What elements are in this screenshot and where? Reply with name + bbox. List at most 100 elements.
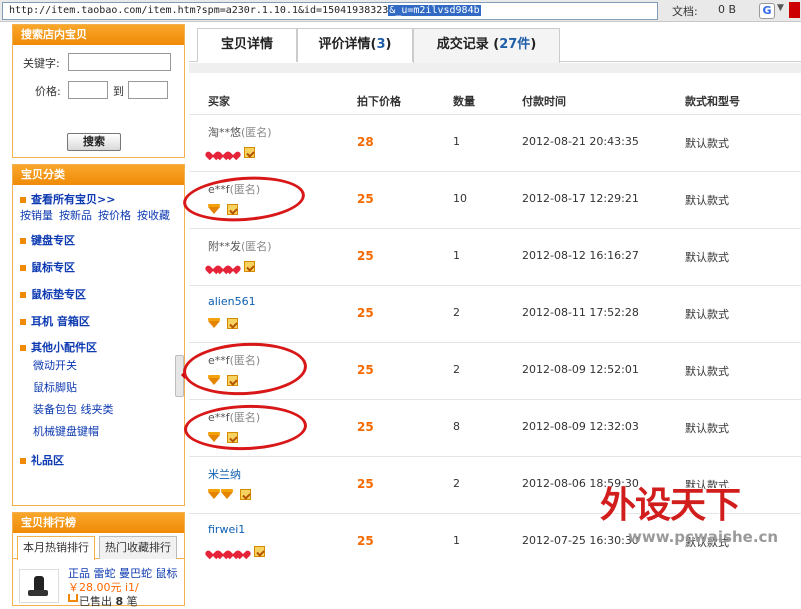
tab-transactions[interactable]: 成交记录 (27件) xyxy=(413,28,560,63)
diamond-icon xyxy=(208,204,220,214)
subcategory-mouse-feet[interactable]: 鼠标脚贴 xyxy=(20,377,184,399)
price-min-input[interactable] xyxy=(68,81,108,99)
credit-badges xyxy=(208,374,238,386)
sort-by-favorites-link[interactable]: 按收藏 xyxy=(137,209,170,222)
subcategory-bags-clips[interactable]: 装备包包 线夹类 xyxy=(20,399,184,421)
document-size-value: 0 B xyxy=(718,3,737,16)
shop-sidebar: 搜索店内宝贝 关键字: 价格: 到 搜索 宝贝分类 查看所有宝贝>> 按销量 按新… xyxy=(12,24,185,608)
pay-time: 2012-08-06 18:59:30 xyxy=(522,477,639,490)
sort-by-new-link[interactable]: 按新品 xyxy=(59,209,92,222)
verified-icon[interactable] xyxy=(227,204,238,215)
shop-search-button[interactable]: 搜索 xyxy=(67,133,121,151)
keyword-label: 关键字: xyxy=(23,57,60,70)
col-buyer: 买家 xyxy=(208,95,230,108)
diamond-icon xyxy=(208,489,220,499)
table-row: firwei1 25 1 2012-07-25 16:30:30 默认款式 xyxy=(189,513,801,569)
subcategory-microswitch[interactable]: 微动开关 xyxy=(20,355,184,377)
credit-badges xyxy=(208,203,238,215)
verified-icon[interactable] xyxy=(227,432,238,443)
buyer-nick: e**f xyxy=(208,183,230,196)
anonymous-tag: (匿名) xyxy=(241,240,272,253)
credit-badges xyxy=(208,431,238,443)
keyword-input[interactable] xyxy=(68,53,171,71)
tab-hot-favorites[interactable]: 热门收藏排行 xyxy=(99,536,177,559)
verified-icon[interactable] xyxy=(244,147,255,158)
buyer-name[interactable]: firwei1 xyxy=(208,523,245,536)
category-mouse[interactable]: 鼠标专区 xyxy=(20,261,184,275)
anonymous-tag: (匿名) xyxy=(241,126,272,139)
category-mousepad[interactable]: 鼠标垫专区 xyxy=(20,288,184,302)
diamond-icon xyxy=(221,489,233,499)
verified-icon[interactable] xyxy=(244,261,255,272)
item-style: 默认款式 xyxy=(685,137,729,150)
category-gifts[interactable]: 礼品区 xyxy=(20,454,184,468)
pay-time: 2012-08-11 17:52:28 xyxy=(522,306,639,319)
credit-badges xyxy=(208,545,265,557)
tab-reviews-label: 评价详情 xyxy=(318,37,371,52)
table-row: alien561 25 2 2012-08-11 17:52:28 默认款式 xyxy=(189,285,801,341)
quantity: 2 xyxy=(453,477,460,490)
verified-icon[interactable] xyxy=(227,318,238,329)
category-accessories[interactable]: 其他小配件区 xyxy=(20,341,184,355)
pay-time: 2012-08-09 12:52:01 xyxy=(522,363,639,376)
deal-price: 25 xyxy=(357,249,374,263)
records-table-header: 买家 拍下价格 数量 付款时间 款式和型号 xyxy=(189,89,801,113)
category-all-link[interactable]: 查看所有宝贝>> xyxy=(20,193,184,207)
table-row: 米兰纳 25 2 2012-08-06 18:59:30 默认款式 xyxy=(189,456,801,512)
item-style: 默认款式 xyxy=(685,479,729,492)
credit-badges xyxy=(208,488,251,500)
table-row: e**f(匿名) 25 10 2012-08-17 12:29:21 默认款式 xyxy=(189,171,801,227)
diamond-icon xyxy=(208,318,220,328)
deal-price: 25 xyxy=(357,534,374,548)
anonymous-tag: (匿名) xyxy=(229,354,261,367)
quantity: 1 xyxy=(453,135,460,148)
pay-time: 2012-08-09 12:32:03 xyxy=(522,420,639,433)
sort-by-price-link[interactable]: 按价格 xyxy=(98,209,131,222)
buyer-nick: 附**发 xyxy=(208,240,241,253)
item-style: 默认款式 xyxy=(685,194,729,207)
quantity: 10 xyxy=(453,192,467,205)
buyer-name[interactable]: alien561 xyxy=(208,295,256,308)
category-audio[interactable]: 耳机 音箱区 xyxy=(20,315,184,329)
item-style: 默认款式 xyxy=(685,251,729,264)
price-max-input[interactable] xyxy=(128,81,168,99)
deal-price: 25 xyxy=(357,192,374,206)
category-keyboard[interactable]: 键盘专区 xyxy=(20,234,184,248)
sold-label: 已售出 xyxy=(79,595,112,608)
quantity: 8 xyxy=(453,420,460,433)
price-to-label: 到 xyxy=(113,85,124,98)
subcategory-keycaps[interactable]: 机械键盘键帽 xyxy=(20,421,184,443)
buyer-nick: e**f xyxy=(208,411,230,424)
chevron-down-icon[interactable]: ▼ xyxy=(777,3,784,13)
category-box: 宝贝分类 查看所有宝贝>> 按销量 按新品 按价格 按收藏 键盘专区 鼠标专区 鼠标垫… xyxy=(12,164,185,506)
buyer-name[interactable]: 米兰纳 xyxy=(208,466,241,482)
ranking-item-sold: 已售出 8 笔 xyxy=(79,593,138,609)
col-quantity: 数量 xyxy=(453,95,475,108)
detail-tabs: 宝贝详情 评价详情(3) 成交记录 (27件) xyxy=(189,24,801,63)
verified-icon[interactable] xyxy=(227,375,238,386)
tab-item-details-label: 宝贝详情 xyxy=(220,37,273,52)
buyer-nick: alien561 xyxy=(208,295,256,308)
tab-reviews[interactable]: 评价详情(3) xyxy=(297,28,413,62)
ranking-item[interactable]: 正品 雷蛇 曼巴蛇 鼠标 ￥28.00元 i1/ 已售出 8 笔 xyxy=(13,559,184,608)
pay-time: 2012-07-25 16:30:30 xyxy=(522,534,639,547)
cart-icon xyxy=(68,594,78,602)
tab-transactions-count: 27件 xyxy=(499,37,531,52)
tab-monthly-hot[interactable]: 本月热销排行 xyxy=(17,536,95,560)
tab-reviews-count: 3 xyxy=(376,37,386,52)
tab-item-details[interactable]: 宝贝详情 xyxy=(197,28,297,62)
verified-icon[interactable] xyxy=(254,546,265,557)
url-text: http://item.taobao.com/item.htm?spm=a230… xyxy=(9,5,389,16)
sort-by-sales-link[interactable]: 按销量 xyxy=(20,209,53,222)
credit-badges xyxy=(208,146,255,158)
col-pay-time: 付款时间 xyxy=(522,95,566,108)
table-row: 附**发(匿名) 25 1 2012-08-12 16:16:27 默认款式 xyxy=(189,228,801,284)
tab-divider-band xyxy=(189,63,801,73)
verified-icon[interactable] xyxy=(240,489,251,500)
category-title: 宝贝分类 xyxy=(13,165,184,185)
product-thumbnail[interactable] xyxy=(19,569,59,603)
sidebar-collapse-handle[interactable] xyxy=(175,355,185,397)
item-style: 默认款式 xyxy=(685,422,729,435)
url-field[interactable]: http://item.taobao.com/item.htm?spm=a230… xyxy=(2,2,658,20)
google-toolbar-icon[interactable]: G xyxy=(759,3,775,19)
